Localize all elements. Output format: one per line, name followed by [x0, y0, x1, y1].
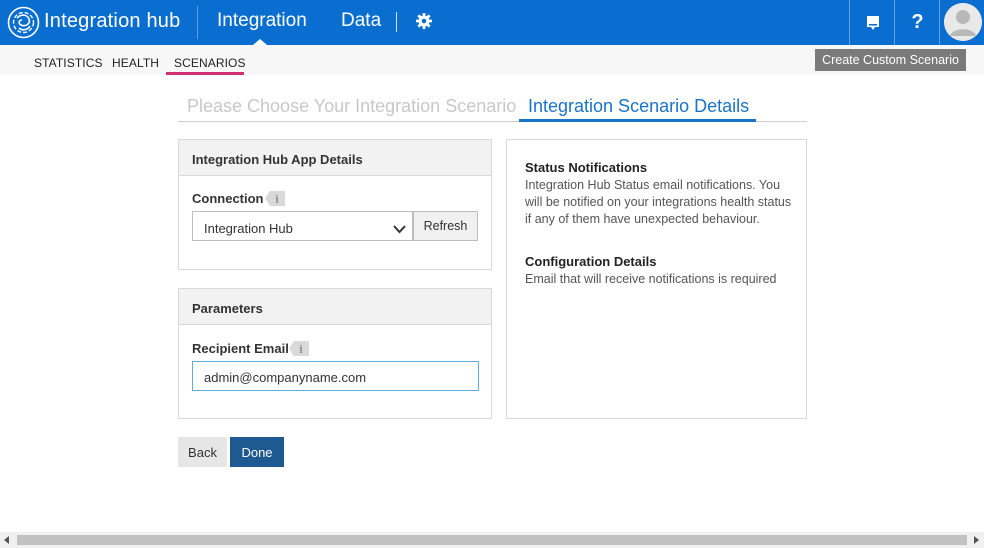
- create-custom-scenario-button[interactable]: Create Custom Scenario: [815, 49, 966, 71]
- svg-text:i: i: [275, 195, 278, 206]
- active-step-indicator: [519, 119, 756, 122]
- tab-health[interactable]: HEALTH: [112, 56, 159, 70]
- help-icon[interactable]: ?: [895, 0, 940, 45]
- notifications-icon[interactable]: [850, 0, 895, 45]
- step-scenario-details[interactable]: Integration Scenario Details: [528, 96, 749, 117]
- configuration-details-text: Email that will receive notifications is…: [525, 272, 777, 286]
- top-bar: Integration hub Integration Data ?: [0, 0, 984, 45]
- user-avatar-icon[interactable]: [944, 3, 982, 41]
- recipient-email-field[interactable]: admin@companyname.com: [192, 361, 479, 391]
- step-choose-scenario[interactable]: Please Choose Your Integration Scenario: [187, 96, 516, 117]
- svg-text:i: i: [299, 345, 302, 356]
- configuration-details-title: Configuration Details: [525, 254, 657, 269]
- connection-select[interactable]: Integration Hub: [192, 211, 413, 241]
- scroll-right-icon[interactable]: [974, 536, 979, 544]
- back-button[interactable]: Back: [178, 437, 227, 467]
- gear-icon[interactable]: [414, 11, 434, 31]
- app-title[interactable]: Integration hub: [44, 10, 180, 33]
- tab-statistics[interactable]: STATISTICS: [34, 56, 103, 70]
- app-details-panel: Integration Hub App Details Connection i…: [178, 139, 492, 270]
- divider: [396, 12, 397, 32]
- scroll-left-icon[interactable]: [4, 536, 9, 544]
- logo-icon[interactable]: [7, 6, 40, 39]
- scrollbar-thumb[interactable]: [17, 535, 967, 545]
- done-button[interactable]: Done: [230, 437, 284, 467]
- tab-scenarios[interactable]: SCENARIOS: [174, 56, 246, 70]
- parameters-panel: Parameters Recipient Email i admin@compa…: [178, 288, 492, 419]
- nav-data[interactable]: Data: [341, 10, 381, 32]
- divider: [197, 6, 198, 39]
- horizontal-scrollbar[interactable]: [0, 532, 984, 548]
- app-details-title: Integration Hub App Details: [179, 140, 491, 176]
- info-icon[interactable]: i: [289, 341, 309, 356]
- connection-label: Connection: [192, 191, 264, 206]
- scenario-details-panel: Status Notifications Integration Hub Sta…: [506, 139, 807, 419]
- refresh-button[interactable]: Refresh: [413, 211, 478, 241]
- status-notifications-title: Status Notifications: [525, 160, 648, 175]
- info-icon[interactable]: i: [265, 191, 285, 206]
- recipient-email-label: Recipient Email: [192, 341, 289, 356]
- active-tab-indicator: [166, 72, 244, 75]
- parameters-title: Parameters: [179, 289, 491, 325]
- connection-value: Integration Hub: [204, 221, 293, 236]
- divider: [939, 0, 940, 45]
- chevron-down-icon: [393, 222, 406, 237]
- status-notifications-text: Integration Hub Status email notificatio…: [525, 178, 792, 226]
- nav-integration[interactable]: Integration: [217, 10, 307, 32]
